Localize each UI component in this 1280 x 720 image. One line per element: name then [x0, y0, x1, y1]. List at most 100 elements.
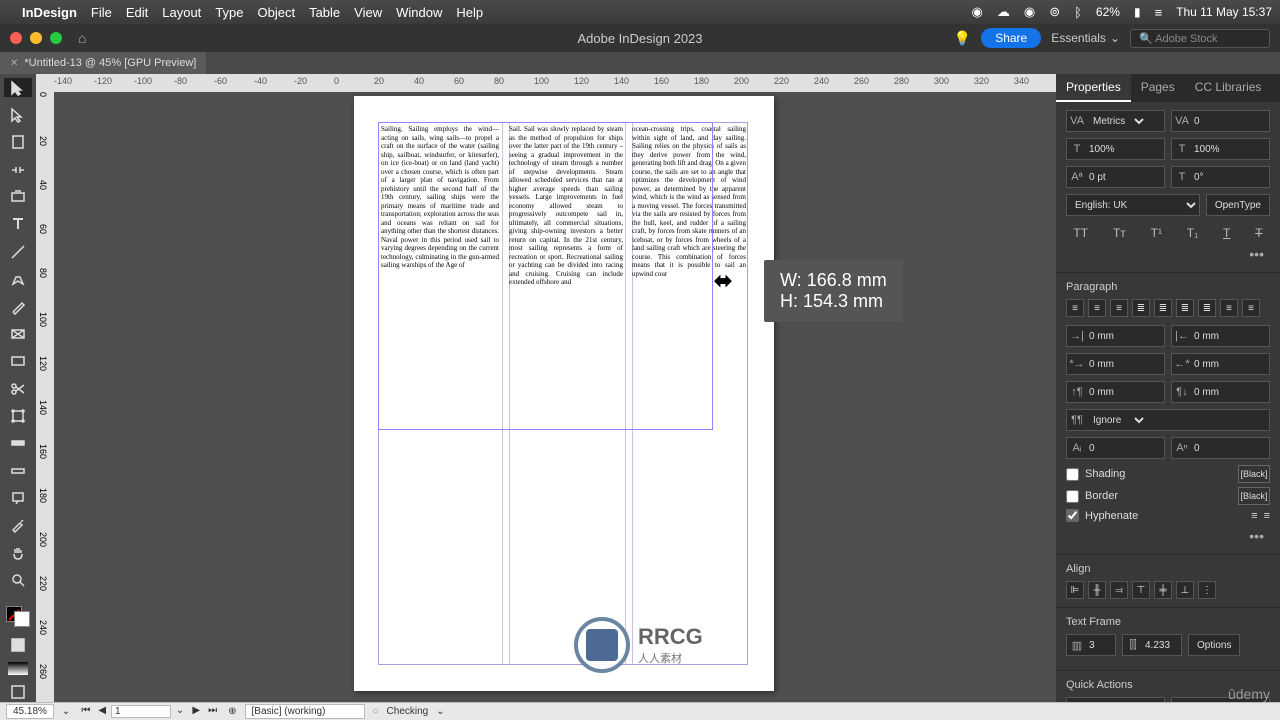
list-bullet-icon[interactable]: ≡	[1251, 510, 1257, 522]
skew-input[interactable]	[1192, 172, 1234, 183]
align-hcenter-icon[interactable]: ╫	[1088, 581, 1106, 599]
open-dialog-icon[interactable]: ⊕	[228, 706, 236, 717]
battery-percent[interactable]: 62%	[1096, 5, 1120, 19]
menu-file[interactable]: File	[91, 5, 112, 20]
small-caps-icon[interactable]: Tᴛ	[1113, 226, 1126, 240]
gradient-swatch-tool-icon[interactable]	[4, 434, 32, 453]
menu-object[interactable]: Object	[258, 5, 296, 20]
dropcap-lines-input[interactable]	[1087, 443, 1129, 454]
content-collector-tool-icon[interactable]	[4, 187, 32, 206]
prev-page-icon[interactable]: ◀	[95, 705, 109, 718]
menu-help[interactable]: Help	[456, 5, 483, 20]
tab-pages[interactable]: Pages	[1131, 74, 1185, 102]
tab-cc-libraries[interactable]: CC Libraries	[1185, 74, 1272, 102]
right-indent-input[interactable]	[1192, 331, 1234, 342]
border-checkbox[interactable]	[1066, 490, 1079, 503]
close-tab-icon[interactable]: ✕	[10, 58, 18, 69]
align-left-edges-icon[interactable]: ⊫	[1066, 581, 1084, 599]
fill-stroke-swatch[interactable]	[6, 606, 30, 627]
align-center-icon[interactable]: ≡	[1088, 299, 1106, 317]
rectangle-tool-icon[interactable]	[4, 352, 32, 371]
hscale-input[interactable]	[1192, 144, 1234, 155]
gap-tool-icon[interactable]	[4, 160, 32, 179]
tracking-input[interactable]	[1192, 116, 1234, 127]
menu-window[interactable]: Window	[396, 5, 442, 20]
vscale-input[interactable]	[1087, 144, 1129, 155]
horizontal-ruler[interactable]: /* ruler built below */ -140-120-100-80-…	[36, 74, 1056, 92]
scissors-tool-icon[interactable]	[4, 379, 32, 398]
menu-table[interactable]: Table	[309, 5, 340, 20]
language-select[interactable]: English: UK	[1066, 194, 1200, 216]
close-window-icon[interactable]	[10, 32, 22, 44]
clock[interactable]: Thu 11 May 15:37	[1176, 5, 1272, 19]
first-indent-input[interactable]	[1087, 359, 1129, 370]
preflight-status[interactable]: Checking	[387, 706, 429, 717]
distribute-hspace-icon[interactable]: ⋮	[1198, 581, 1216, 599]
minimize-window-icon[interactable]	[30, 32, 42, 44]
strikethrough-icon[interactable]: T	[1255, 226, 1262, 240]
gradient-feather-tool-icon[interactable]	[4, 461, 32, 480]
frame-options-button[interactable]: Options	[1188, 634, 1240, 656]
preflight-dropdown-icon[interactable]: ⌄	[436, 706, 444, 717]
subscript-icon[interactable]: T₁	[1187, 226, 1198, 240]
menu-layout[interactable]: Layout	[162, 5, 201, 20]
hand-tool-icon[interactable]	[4, 543, 32, 562]
align-vcenter-icon[interactable]: ╪	[1154, 581, 1172, 599]
page-number[interactable]: 1	[111, 705, 171, 718]
zoom-dropdown-icon[interactable]: ⌄	[62, 706, 70, 717]
last-indent-input[interactable]	[1192, 359, 1234, 370]
home-icon[interactable]: ⌂	[78, 30, 86, 46]
shading-checkbox[interactable]	[1066, 468, 1079, 481]
zoom-level[interactable]: 45.18%	[6, 704, 54, 719]
more-options-icon[interactable]: •••	[1066, 244, 1270, 264]
pencil-tool-icon[interactable]	[4, 297, 32, 316]
space-after-input[interactable]	[1192, 387, 1234, 398]
document-tab[interactable]: ✕ *Untitled-13 @ 45% [GPU Preview]	[0, 52, 206, 74]
free-transform-tool-icon[interactable]	[4, 406, 32, 425]
menu-type[interactable]: Type	[215, 5, 243, 20]
align-left-icon[interactable]: ≡	[1066, 299, 1084, 317]
border-color-swatch[interactable]: [Black]	[1238, 487, 1270, 505]
line-tool-icon[interactable]	[4, 242, 32, 261]
battery-icon[interactable]: ▮	[1134, 5, 1141, 19]
note-tool-icon[interactable]	[4, 488, 32, 507]
superscript-icon[interactable]: T¹	[1151, 226, 1162, 240]
preflight-profile[interactable]: [Basic] (working)	[245, 704, 365, 719]
more-paragraph-icon[interactable]: •••	[1066, 526, 1270, 546]
type-tool-icon[interactable]	[4, 215, 32, 234]
apply-gradient-icon[interactable]	[8, 662, 28, 674]
view-mode-icon[interactable]	[4, 683, 32, 702]
menu-edit[interactable]: Edit	[126, 5, 148, 20]
canvas[interactable]: Sailing. Sailing employs the wind—acting…	[54, 92, 1056, 702]
gutter-input[interactable]	[1143, 640, 1181, 651]
convert-shape-button[interactable]: Convert Shape	[1066, 697, 1165, 702]
kerning-select[interactable]: Metrics	[1087, 115, 1147, 128]
align-bottom-edges-icon[interactable]: ⊥	[1176, 581, 1194, 599]
eyedropper-tool-icon[interactable]	[4, 516, 32, 535]
left-indent-input[interactable]	[1087, 331, 1129, 342]
pen-tool-icon[interactable]	[4, 270, 32, 289]
align-towards-spine-icon[interactable]: ≡	[1220, 299, 1238, 317]
baseline-input[interactable]	[1087, 172, 1129, 183]
cloud-icon[interactable]: ☁	[997, 4, 1010, 20]
rectangle-frame-tool-icon[interactable]	[4, 324, 32, 343]
align-right-edges-icon[interactable]: ⫤	[1110, 581, 1128, 599]
justify-right-icon[interactable]: ≣	[1176, 299, 1194, 317]
wifi-alt-icon[interactable]: ◉	[1024, 4, 1035, 20]
justify-center-icon[interactable]: ≣	[1154, 299, 1172, 317]
underline-icon[interactable]: T	[1223, 226, 1230, 240]
page-tool-icon[interactable]	[4, 133, 32, 152]
align-top-edges-icon[interactable]: ⊤	[1132, 581, 1150, 599]
share-button[interactable]: Share	[981, 28, 1041, 48]
next-page-icon[interactable]: ▶	[189, 705, 203, 718]
zoom-tool-icon[interactable]	[4, 570, 32, 589]
shading-color-swatch[interactable]: [Black]	[1238, 465, 1270, 483]
all-caps-icon[interactable]: TT	[1073, 226, 1088, 240]
menu-view[interactable]: View	[354, 5, 382, 20]
align-right-icon[interactable]: ≡	[1110, 299, 1128, 317]
record-icon[interactable]: ◉	[972, 4, 983, 20]
last-page-icon[interactable]: ⏭	[205, 705, 220, 718]
columns-input[interactable]	[1087, 640, 1115, 651]
align-away-spine-icon[interactable]: ≡	[1242, 299, 1260, 317]
opentype-button[interactable]: OpenType	[1206, 194, 1270, 216]
